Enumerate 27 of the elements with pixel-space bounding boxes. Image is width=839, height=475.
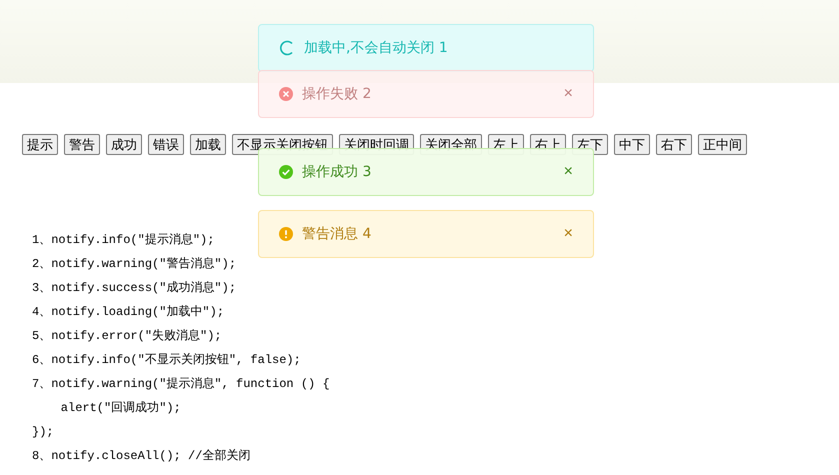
demo-button[interactable]: 中下: [614, 134, 650, 155]
code-line: 6、notify.info("不显示关闭按钮", false);: [32, 353, 301, 368]
close-button[interactable]: ×: [564, 163, 573, 181]
spinner-icon: [279, 40, 295, 56]
code-line: 4、notify.loading("加载中");: [32, 305, 224, 320]
demo-button[interactable]: 提示: [22, 134, 58, 155]
code-line: 1、notify.info("提示消息");: [32, 233, 214, 248]
notification-message: 操作成功 3: [302, 163, 372, 181]
notification-message: 加载中,不会自动关闭 1: [304, 39, 449, 57]
demo-button[interactable]: 错误: [148, 134, 184, 155]
code-line: 2、notify.warning("警告消息");: [32, 257, 236, 272]
demo-button[interactable]: 正中间: [698, 134, 747, 155]
code-line: 3、notify.success("成功消息");: [32, 281, 236, 296]
code-line: });: [32, 425, 54, 440]
notification-message: 警告消息 4: [302, 225, 372, 243]
warning-icon: [279, 227, 293, 241]
demo-button[interactable]: 右下: [656, 134, 692, 155]
demo-button[interactable]: 成功: [106, 134, 142, 155]
code-line: 5、notify.error("失败消息");: [32, 329, 222, 344]
demo-button[interactable]: 加载: [190, 134, 226, 155]
code-line: alert("回调成功");: [60, 401, 181, 416]
code-line: 8、notify.closeAll(); //全部关闭: [32, 449, 250, 464]
code-line: 7、notify.warning("提示消息", function () {: [32, 377, 330, 392]
demo-button[interactable]: 警告: [64, 134, 100, 155]
notification-message: 操作失败 2: [302, 85, 372, 103]
error-icon: [279, 87, 293, 101]
check-circle-icon: [279, 165, 293, 179]
